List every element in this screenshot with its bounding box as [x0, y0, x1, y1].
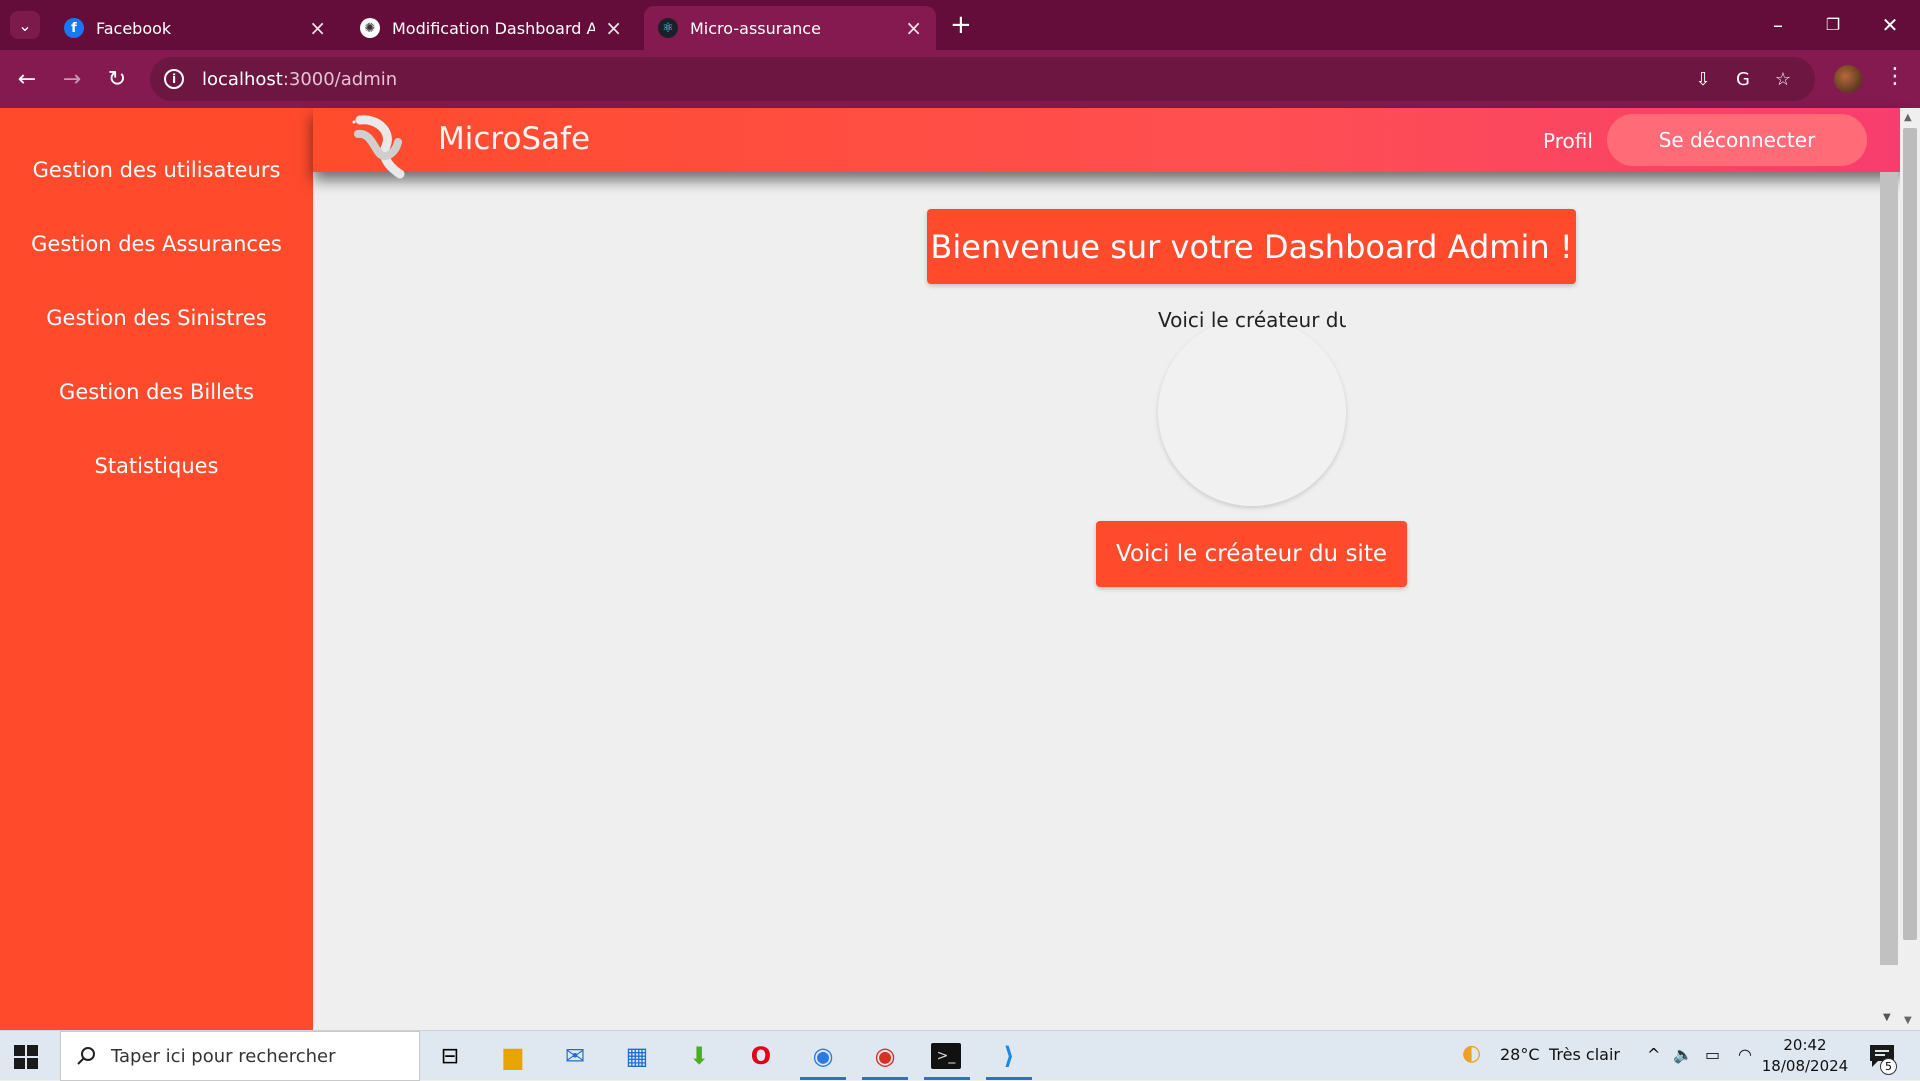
taskbar-clock[interactable]: 20:42 18/08/2024 [1760, 1035, 1850, 1077]
file-explorer-icon[interactable]: ▆ [497, 1040, 529, 1072]
profile-link[interactable]: Profil [1543, 129, 1593, 153]
sidebar: Gestion des utilisateurs Gestion des Ass… [0, 108, 313, 1030]
terminal-icon[interactable]: >_ [931, 1043, 961, 1069]
notification-count-badge: 5 [1880, 1058, 1897, 1075]
sidebar-item-sinistres[interactable]: Gestion des Sinistres [0, 306, 313, 330]
install-app-icon[interactable]: ⇩ [1690, 67, 1716, 91]
profile-avatar[interactable] [1834, 65, 1862, 93]
battery-icon[interactable]: ▭ [1705, 1045, 1720, 1064]
tab-search-button[interactable]: ⌄ [10, 11, 40, 39]
close-tab-icon[interactable]: × [905, 18, 922, 38]
weather-temp[interactable]: 28°C [1500, 1045, 1540, 1064]
browser-tabstrip: ⌄ f Facebook × ✺ Modification Dashboard … [0, 0, 1920, 50]
page-scrollbar[interactable]: ▲ ▼ [1900, 108, 1920, 1030]
store-icon[interactable]: ▦ [621, 1040, 653, 1072]
taskbar: Taper ici pour rechercher ⊟ ▆ ✉ ▦ ⬇ O ◉ … [0, 1030, 1920, 1081]
url-text[interactable]: localhost:3000/admin [202, 69, 397, 90]
download-manager-icon[interactable]: ⬇ [683, 1040, 715, 1072]
close-window-icon[interactable]: ✕ [1870, 10, 1910, 40]
forward-icon[interactable]: → [57, 64, 87, 94]
creator-button[interactable]: Voici le créateur du site [1096, 521, 1407, 587]
microsafe-logo [352, 115, 405, 179]
sidebar-item-statistiques[interactable]: Statistiques [0, 454, 313, 478]
scroll-up-icon[interactable]: ▲ [1904, 112, 1912, 123]
tray-expand-icon[interactable]: ^ [1647, 1045, 1660, 1064]
reload-icon[interactable]: ↻ [102, 64, 132, 94]
avatar-placeholder [1158, 318, 1346, 506]
scroll-down-icon[interactable]: ▼ [1904, 1015, 1912, 1026]
mail-icon[interactable]: ✉ [559, 1040, 591, 1072]
tab-modification-dashboard[interactable]: ✺ Modification Dashboard Admin × [346, 6, 636, 50]
task-view-icon[interactable]: ⊟ [434, 1040, 466, 1072]
sidebar-item-utilisateurs[interactable]: Gestion des utilisateurs [0, 158, 313, 182]
opera-icon[interactable]: O [745, 1040, 777, 1072]
new-tab-button[interactable]: + [950, 10, 972, 40]
close-tab-icon[interactable]: × [605, 18, 622, 38]
chrome-profile-icon[interactable]: ◉ [869, 1040, 901, 1072]
welcome-banner: Bienvenue sur votre Dashboard Admin ! [927, 209, 1576, 284]
windows-start-icon[interactable] [14, 1045, 38, 1069]
taskbar-search[interactable]: Taper ici pour rechercher [60, 1031, 420, 1081]
search-icon [77, 1047, 95, 1065]
app-header: MicroSafe Profil Se déconnecter [313, 108, 1900, 179]
restore-icon[interactable]: ❐ [1813, 10, 1853, 40]
back-icon[interactable]: ← [12, 64, 42, 94]
creator-avatar: Voici le créateur du site [1158, 308, 1346, 506]
bookmark-star-icon[interactable]: ☆ [1770, 67, 1796, 91]
scroll-down-icon[interactable]: ▼ [1883, 1012, 1891, 1023]
chatgpt-icon: ✺ [360, 18, 380, 38]
logout-button[interactable]: Se déconnecter [1607, 114, 1867, 166]
translate-icon[interactable]: G [1730, 67, 1756, 91]
scroll-thumb[interactable] [1903, 128, 1917, 940]
browser-menu-icon[interactable]: ⋮ [1884, 64, 1906, 89]
tab-facebook[interactable]: f Facebook × [50, 6, 340, 50]
weather-icon[interactable]: ◐ [1462, 1041, 1481, 1066]
vscode-icon[interactable]: ⟩ [993, 1040, 1025, 1072]
close-tab-icon[interactable]: × [309, 18, 326, 38]
sidebar-item-assurances[interactable]: Gestion des Assurances [0, 232, 313, 256]
facebook-icon: f [64, 18, 84, 38]
avatar-alt-text: Voici le créateur du site [1158, 308, 1346, 332]
wifi-icon[interactable]: ◠ [1738, 1045, 1752, 1064]
tab-micro-assurance[interactable]: ⚛ Micro-assurance × [644, 6, 936, 50]
react-icon: ⚛ [658, 18, 678, 38]
minimize-icon[interactable]: – [1758, 10, 1798, 40]
brand-name: MicroSafe [438, 121, 591, 157]
site-info-icon[interactable]: i [164, 69, 184, 89]
address-bar[interactable]: i localhost:3000/admin ⇩ G ☆ [150, 57, 1815, 101]
sidebar-item-billets[interactable]: Gestion des Billets [0, 380, 313, 404]
content-scroll-thumb[interactable] [1880, 172, 1898, 965]
volume-icon[interactable]: 🔈 [1673, 1045, 1693, 1064]
chevron-down-icon: ⌄ [18, 15, 32, 35]
browser-toolbar: ← → ↻ i localhost:3000/admin ⇩ G ☆ ⋮ [0, 50, 1920, 108]
chrome-icon[interactable]: ◉ [807, 1040, 839, 1072]
weather-desc[interactable]: Très clair [1549, 1045, 1620, 1064]
